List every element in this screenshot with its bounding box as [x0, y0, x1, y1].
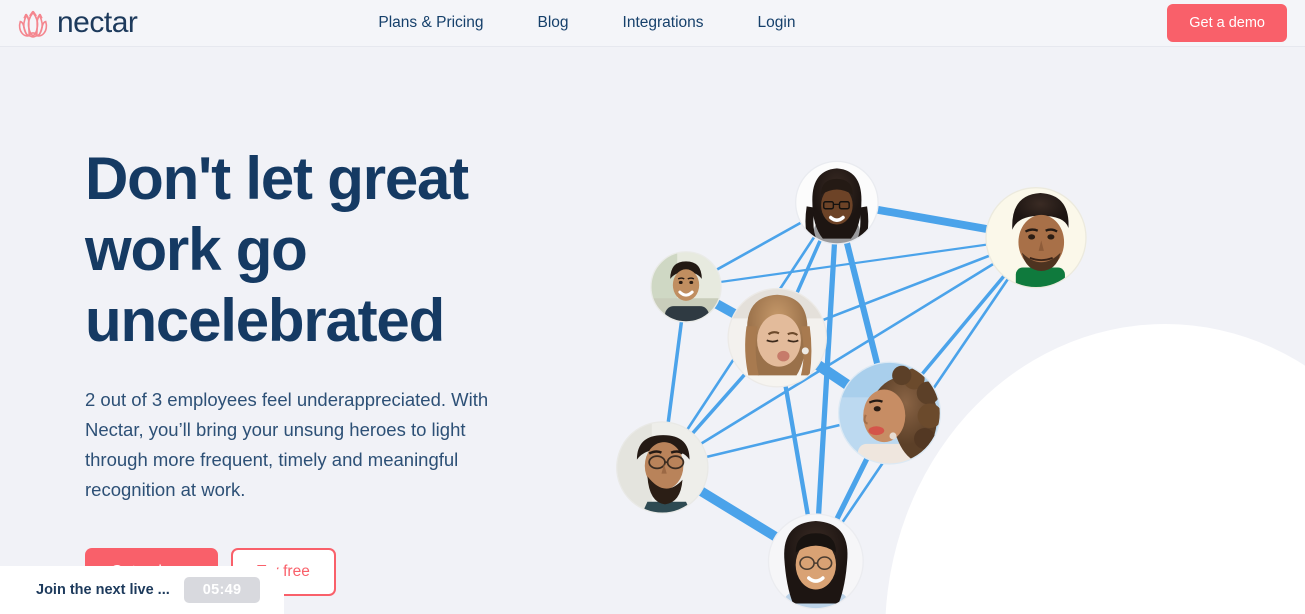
employee-network-illustration: [579, 0, 1299, 614]
nav-item-integrations[interactable]: Integrations: [596, 8, 731, 38]
site-header: nectar Plans & Pricing Blog Integrations…: [0, 0, 1305, 47]
page-title: Don't let great work go uncelebrated: [85, 145, 469, 354]
nav-item-blog[interactable]: Blog: [511, 8, 596, 38]
main-navigation: Plans & Pricing Blog Integrations Login: [351, 8, 822, 38]
nav-item-login[interactable]: Login: [731, 8, 823, 38]
countdown-timer-chip: 05:49: [183, 577, 261, 603]
hero-section: Don't let great work go uncelebrated 2 o…: [0, 47, 1305, 614]
live-session-banner[interactable]: Join the next live ... 05:49: [0, 566, 285, 614]
avatar-woman-curly-hair: [837, 361, 942, 465]
hero-graphic: [595, 47, 1305, 614]
live-banner-label: Join the next live ...: [36, 582, 170, 598]
lotus-flower-icon: [18, 10, 48, 38]
brand-logo[interactable]: nectar: [14, 6, 138, 40]
avatar-man-beard-glasses: [616, 421, 709, 514]
hero-copy: Don't let great work go uncelebrated 2 o…: [0, 47, 595, 614]
avatar-woman-glasses-braids: [794, 160, 879, 245]
hero-subcopy: 2 out of 3 employees feel underappreciat…: [85, 389, 489, 500]
avatar-woman-blonde-hat: [727, 287, 828, 388]
header-get-a-demo-button[interactable]: Get a demo: [1167, 4, 1287, 42]
nav-item-plans-pricing[interactable]: Plans & Pricing: [351, 8, 510, 38]
brand-name: nectar: [57, 6, 138, 39]
avatar-man-smiling-outdoors: [650, 251, 722, 323]
avatar-woman-glasses-bangs: [767, 513, 864, 610]
